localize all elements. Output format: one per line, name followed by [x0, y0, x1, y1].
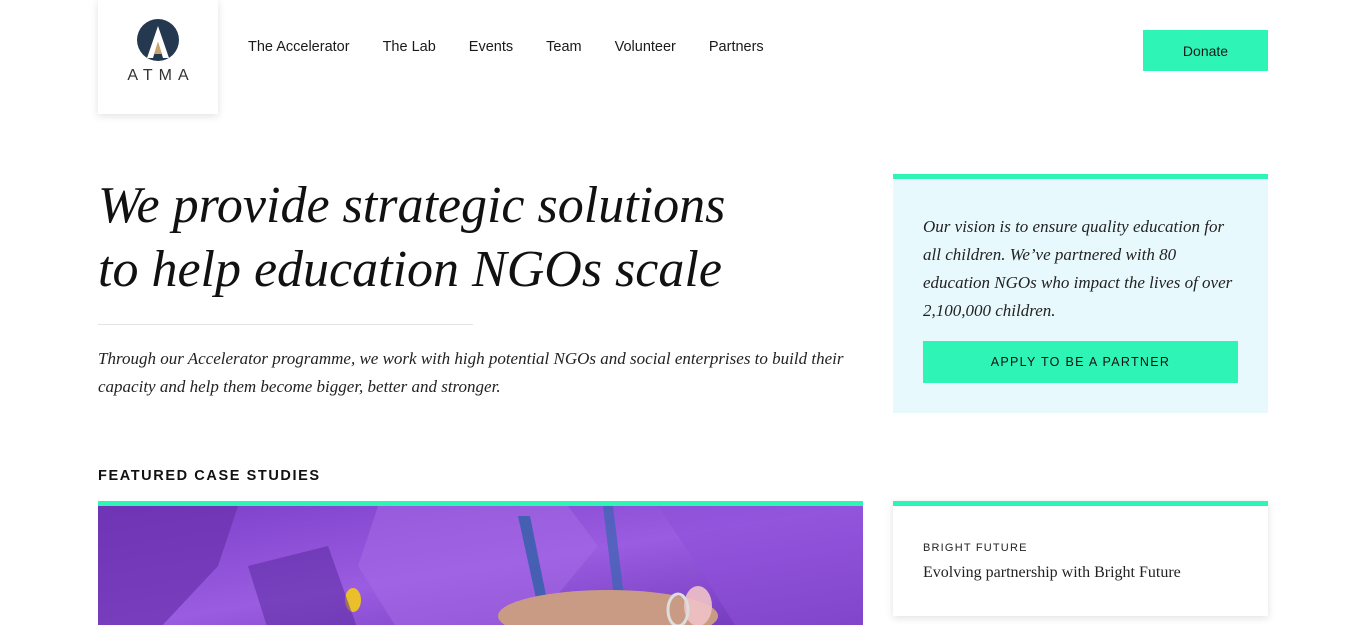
- case-study-tag: BRIGHT FUTURE: [923, 542, 1028, 554]
- atma-logo-icon: [137, 19, 179, 61]
- students-photo-image: [98, 506, 863, 625]
- logo-wordmark: ATMA: [127, 67, 195, 84]
- nav-item-accelerator[interactable]: The Accelerator: [248, 39, 350, 55]
- nav-item-lab[interactable]: The Lab: [383, 39, 436, 55]
- apply-partner-button[interactable]: APPLY TO BE A PARTNER: [923, 341, 1238, 383]
- featured-case-studies-heading: FEATURED CASE STUDIES: [98, 468, 321, 484]
- hero-divider: [98, 324, 473, 325]
- main-nav: The Accelerator The Lab Events Team Volu…: [248, 39, 797, 55]
- nav-item-events[interactable]: Events: [469, 39, 513, 55]
- nav-item-volunteer[interactable]: Volunteer: [615, 39, 676, 55]
- logo[interactable]: ATMA: [98, 0, 218, 114]
- hero-title: We provide strategic solutions to help e…: [98, 174, 858, 302]
- donate-button[interactable]: Donate: [1143, 30, 1268, 71]
- case-study-title[interactable]: Evolving partnership with Bright Future: [923, 564, 1181, 582]
- hero-subtitle: Through our Accelerator programme, we wo…: [98, 349, 844, 396]
- case-study-card[interactable]: BRIGHT FUTURE Evolving partnership with …: [893, 501, 1268, 616]
- hero-title-line-2: to help education NGOs scale: [98, 241, 722, 298]
- vision-text: Our vision is to ensure quality educatio…: [923, 217, 1233, 320]
- nav-item-partners[interactable]: Partners: [709, 39, 764, 55]
- nav-item-team[interactable]: Team: [546, 39, 581, 55]
- case-study-photo[interactable]: [98, 501, 863, 625]
- hero-title-line-1: We provide strategic solutions: [98, 177, 726, 234]
- vision-card: Our vision is to ensure quality educatio…: [893, 174, 1268, 413]
